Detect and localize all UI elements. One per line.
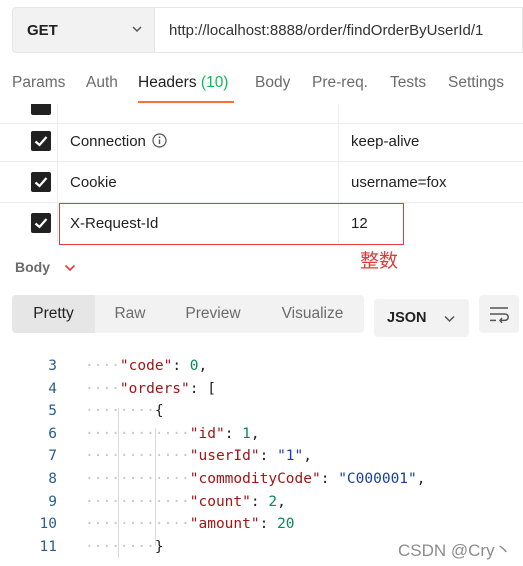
code-line: 6 ············"id": 1, <box>0 422 523 445</box>
checkbox-cell <box>22 162 58 202</box>
line-number: 9 <box>48 493 57 510</box>
code-line: 10 ············"amount": 20 <box>0 512 523 535</box>
response-body-label[interactable]: Body <box>15 259 50 275</box>
line-number: 10 <box>39 516 57 533</box>
header-value[interactable]: username=fox <box>351 174 446 191</box>
tab-tests[interactable]: Tests <box>390 74 426 92</box>
request-bar: GET http://localhost:8888/order/findOrde… <box>12 7 523 53</box>
json-value: 2 <box>268 493 278 510</box>
json-key: "count" <box>189 493 251 510</box>
code-text: ········{ <box>85 403 164 420</box>
checkbox-checked[interactable] <box>31 104 51 115</box>
info-icon[interactable] <box>152 133 167 148</box>
code-text: ············"userId": "1", <box>85 448 313 465</box>
code-text: ········} <box>85 538 164 555</box>
table-row: Cookie username=fox <box>0 162 523 203</box>
json-key: "commodityCode" <box>189 471 321 487</box>
line-number: 6 <box>48 425 57 442</box>
line-number: 7 <box>48 448 57 465</box>
checkmark-icon <box>34 136 48 147</box>
tab-headers[interactable]: Headers (10) <box>138 74 228 92</box>
code-line: 5 ········{ <box>0 399 523 422</box>
json-key: "code" <box>119 358 173 374</box>
tab-pre-request[interactable]: Pre-req. <box>312 74 368 92</box>
json-key: "id" <box>189 425 225 442</box>
json-value: 1 <box>242 425 251 442</box>
json-value: "1" <box>277 448 304 465</box>
checkbox-checked[interactable] <box>31 131 51 151</box>
tab-headers-label: Headers <box>138 74 201 91</box>
wrap-lines-button[interactable] <box>479 295 519 333</box>
header-key[interactable]: Cookie <box>70 174 117 191</box>
header-key-text: Connection <box>70 133 146 150</box>
json-key: "orders" <box>119 380 190 397</box>
json-value: "C000001" <box>338 471 417 487</box>
view-mode-switcher: Pretty Raw Preview Visualize <box>12 295 364 333</box>
code-line: 4 ····"orders": [ <box>0 377 523 400</box>
checkbox-checked[interactable] <box>31 172 51 192</box>
checkbox-checked[interactable] <box>31 213 51 233</box>
tab-headers-count: (10) <box>200 74 229 91</box>
view-raw-button[interactable]: Raw <box>95 295 165 333</box>
line-number: 11 <box>39 538 57 555</box>
checkmark-icon <box>34 218 48 229</box>
url-input[interactable]: http://localhost:8888/order/findOrderByU… <box>155 7 523 53</box>
checkbox-cell <box>22 203 58 243</box>
header-key[interactable]: Connection <box>70 133 167 150</box>
code-line: 8 ············"commodityCode": "C000001"… <box>0 467 523 490</box>
checkmark-icon <box>34 177 48 188</box>
method-label: GET <box>27 21 58 39</box>
json-value: 0 <box>189 358 199 374</box>
chevron-down-icon <box>132 26 142 33</box>
response-code-view[interactable]: 3 ····"code": 0, 4 ····"orders": [ 5 ···… <box>0 352 523 566</box>
view-preview-button[interactable]: Preview <box>165 295 261 333</box>
line-number: 8 <box>48 471 57 487</box>
format-select[interactable]: JSON <box>374 299 469 337</box>
annotation-text: 整数 <box>360 250 399 272</box>
json-key: "amount" <box>189 516 260 533</box>
view-visualize-button[interactable]: Visualize <box>261 295 364 333</box>
code-text: ····"code": 0, <box>85 358 208 374</box>
checkbox-cell <box>22 121 58 161</box>
json-value: 20 <box>277 516 295 533</box>
chevron-down-icon <box>444 315 455 323</box>
format-label: JSON <box>387 310 427 326</box>
code-text: ············"id": 1, <box>85 425 260 442</box>
header-value[interactable]: keep-alive <box>351 133 419 150</box>
code-line: 7 ············"userId": "1", <box>0 444 523 467</box>
code-text: ············"amount": 20 <box>85 516 295 533</box>
request-tabs: Params Auth Headers (10) Body Pre-req. T… <box>0 74 523 104</box>
line-number: 5 <box>48 403 57 420</box>
active-tab-indicator <box>138 101 234 103</box>
watermark: CSDN @Cry丶 <box>398 541 512 560</box>
value-cell: keep-alive <box>338 121 523 161</box>
method-select[interactable]: GET <box>12 7 155 53</box>
tab-auth[interactable]: Auth <box>86 74 118 92</box>
code-text: ············"count": 2, <box>85 493 286 510</box>
line-number: 3 <box>48 358 57 374</box>
tab-body[interactable]: Body <box>255 74 290 92</box>
code-text: ············"commodityCode": "C000001", <box>85 471 426 487</box>
line-number: 4 <box>48 380 57 397</box>
wrap-lines-icon <box>490 307 509 324</box>
highlight-box <box>59 203 404 245</box>
value-cell: username=fox <box>338 162 523 202</box>
code-text: ····"orders": [ <box>85 380 216 397</box>
json-key: "userId" <box>189 448 260 465</box>
tab-settings[interactable]: Settings <box>448 74 504 92</box>
chevron-down-icon[interactable] <box>64 262 76 274</box>
code-line: 9 ············"count": 2, <box>0 490 523 513</box>
tab-params[interactable]: Params <box>12 74 65 92</box>
table-row: Connection keep-alive <box>0 121 523 162</box>
code-line: 3 ····"code": 0, <box>0 354 523 377</box>
view-pretty-button[interactable]: Pretty <box>12 295 95 333</box>
